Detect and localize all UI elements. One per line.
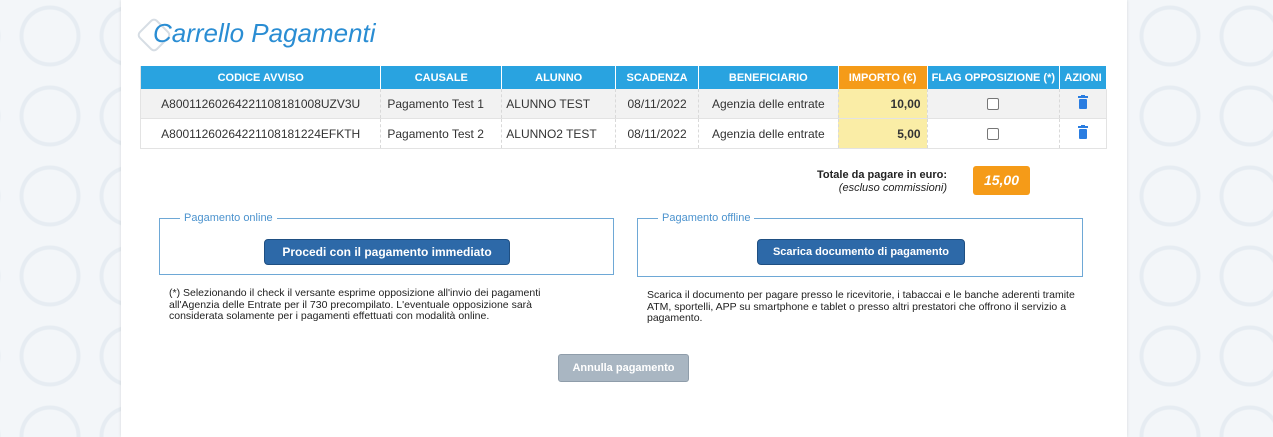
cell-code: A80011260264221108181224EFKTH — [140, 118, 382, 149]
header-actions: AZIONI — [1059, 66, 1107, 89]
offline-payment-legend: Pagamento offline — [662, 212, 751, 224]
online-payment-legend: Pagamento online — [184, 212, 273, 224]
header-cause: CAUSALE — [380, 66, 503, 89]
header-amount: IMPORTO (€) — [838, 66, 928, 89]
cell-due: 08/11/2022 — [615, 118, 700, 149]
table-row: A80011260264221108181224EFKTH Pagamento … — [140, 118, 1107, 149]
header-student: ALUNNO — [501, 66, 617, 89]
opposition-note: (*) Selezionando il check il versante es… — [169, 287, 541, 322]
header-flag: FLAG OPPOSIZIONE (*) — [927, 66, 1061, 89]
header-beneficiary: BENEFICIARIO — [698, 66, 839, 89]
header-code: CODICE AVVISO — [140, 66, 382, 89]
cell-actions — [1059, 118, 1107, 149]
cell-cause: Pagamento Test 2 — [380, 118, 503, 149]
offline-note: Scarica il documento per pagare presso l… — [647, 289, 1075, 324]
cell-beneficiary: Agenzia delle entrate — [698, 118, 839, 149]
opposition-checkbox[interactable] — [987, 98, 1000, 111]
cell-amount: 10,00 — [838, 89, 928, 119]
cancel-payment-button[interactable]: Annulla pagamento — [558, 354, 689, 382]
total-amount-badge: 15,00 — [973, 166, 1030, 195]
total-label-text: Totale da pagare in euro: — [817, 169, 947, 181]
trash-icon[interactable] — [1078, 95, 1089, 112]
cell-student: ALUNNO TEST — [501, 89, 617, 119]
table-header-row: CODICE AVVISO CAUSALE ALUNNO SCADENZA BE… — [140, 66, 1107, 89]
cell-flag — [927, 118, 1061, 149]
page-title: Carrello Pagamenti — [153, 18, 376, 48]
cell-student: ALUNNO2 TEST — [501, 118, 617, 149]
pay-now-button[interactable]: Procedi con il pagamento immediato — [264, 239, 510, 265]
cell-beneficiary: Agenzia delle entrate — [698, 89, 839, 119]
header-due: SCADENZA — [615, 66, 700, 89]
trash-icon[interactable] — [1078, 125, 1089, 142]
cart-panel: Carrello Pagamenti CODICE AVVISO CAUSALE… — [121, 0, 1127, 437]
offline-payment-section: Pagamento offline Scarica documento di p… — [637, 212, 1083, 277]
payments-table: CODICE AVVISO CAUSALE ALUNNO SCADENZA BE… — [140, 66, 1107, 149]
total-sublabel: (escluso commissioni) — [838, 182, 947, 194]
cell-flag — [927, 89, 1061, 119]
cell-actions — [1059, 89, 1107, 119]
cell-code: A80011260264221108181008UZV3U — [140, 89, 382, 119]
total-label: Totale da pagare in euro: (escluso commi… — [781, 169, 947, 195]
cell-cause: Pagamento Test 1 — [380, 89, 503, 119]
cell-due: 08/11/2022 — [615, 89, 700, 119]
online-payment-section: Pagamento online Procedi con il pagament… — [159, 212, 614, 275]
cell-amount: 5,00 — [838, 118, 928, 149]
opposition-checkbox[interactable] — [987, 128, 1000, 141]
download-document-button[interactable]: Scarica documento di pagamento — [757, 239, 965, 265]
table-row: A80011260264221108181008UZV3U Pagamento … — [140, 89, 1107, 119]
